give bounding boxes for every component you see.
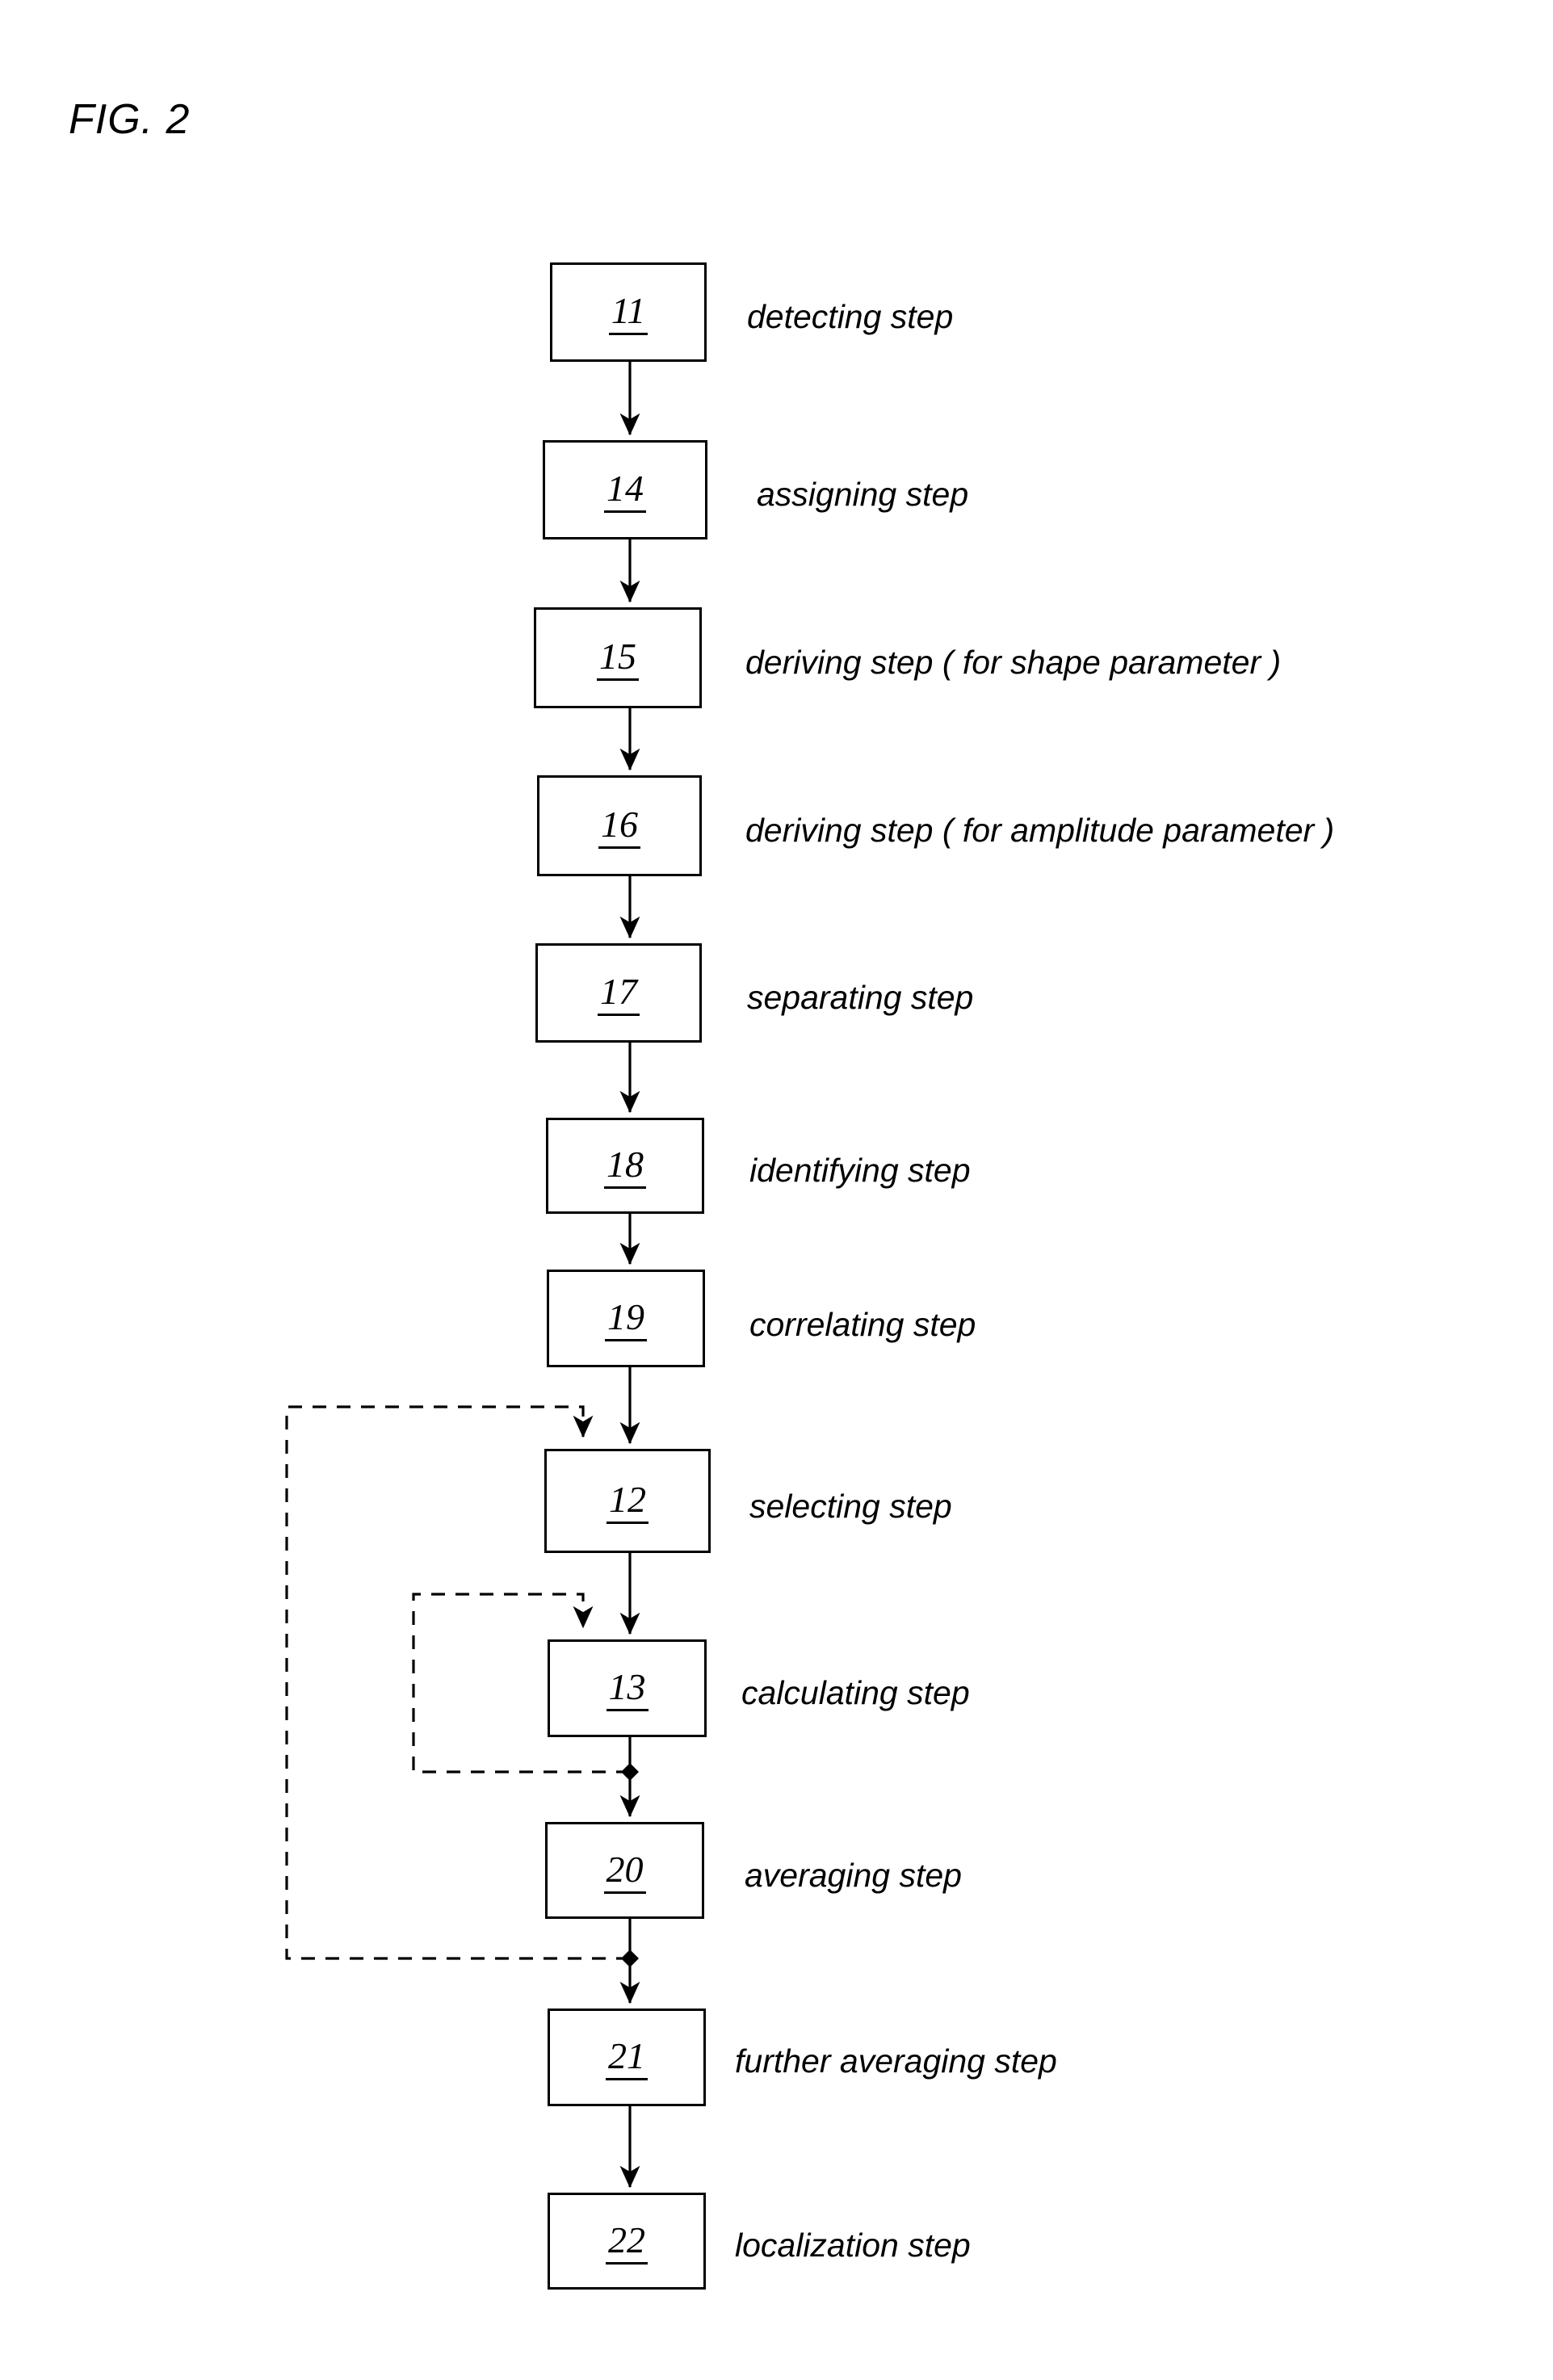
process-box-14[interactable]: 14 xyxy=(543,440,707,539)
process-number-20: 20 xyxy=(603,1850,646,1894)
process-box-20[interactable]: 20 xyxy=(545,1822,704,1919)
process-number-14: 14 xyxy=(604,470,646,513)
junction-dot-13 xyxy=(621,1763,639,1781)
process-box-22[interactable]: 22 xyxy=(548,2193,706,2290)
process-box-21[interactable]: 21 xyxy=(548,2009,706,2106)
process-number-12: 12 xyxy=(607,1481,648,1524)
step-label-14: assigning step xyxy=(757,476,969,513)
process-number-13: 13 xyxy=(606,1669,648,1711)
process-box-17[interactable]: 17 xyxy=(535,943,702,1043)
process-box-13[interactable]: 13 xyxy=(548,1639,707,1737)
step-label-18: identifying step xyxy=(749,1152,971,1189)
process-number-17: 17 xyxy=(598,973,640,1016)
process-number-16: 16 xyxy=(598,806,640,849)
step-label-11: detecting step xyxy=(747,298,954,335)
step-label-21: further averaging step xyxy=(735,2042,1057,2080)
process-box-11[interactable]: 11 xyxy=(550,262,707,362)
process-box-19[interactable]: 19 xyxy=(547,1270,705,1367)
process-number-19: 19 xyxy=(605,1299,647,1341)
step-label-22: localization step xyxy=(735,2227,971,2264)
process-number-22: 22 xyxy=(606,2221,648,2265)
figure-page: FIG. 2 11 14 15 16 17 18 19 12 13 20 21 … xyxy=(0,0,1553,2380)
process-number-18: 18 xyxy=(604,1146,646,1189)
process-number-21: 21 xyxy=(606,2038,648,2080)
step-label-20: averaging step xyxy=(745,1857,962,1894)
flowchart-connectors xyxy=(285,362,640,2189)
process-box-12[interactable]: 12 xyxy=(544,1449,711,1553)
step-label-16: deriving step ( for amplitude parameter … xyxy=(745,812,1335,849)
step-label-13: calculating step xyxy=(741,1674,970,1711)
step-label-12: selecting step xyxy=(749,1488,952,1525)
process-box-16[interactable]: 16 xyxy=(537,775,702,876)
process-box-15[interactable]: 15 xyxy=(534,607,702,708)
step-label-17: separating step xyxy=(747,979,974,1016)
step-label-15: deriving step ( for shape parameter ) xyxy=(745,644,1282,681)
process-number-11: 11 xyxy=(608,292,648,335)
process-box-18[interactable]: 18 xyxy=(546,1118,704,1214)
junction-dot-20 xyxy=(621,1950,639,1967)
step-label-19: correlating step xyxy=(749,1306,976,1343)
process-number-15: 15 xyxy=(597,638,639,681)
